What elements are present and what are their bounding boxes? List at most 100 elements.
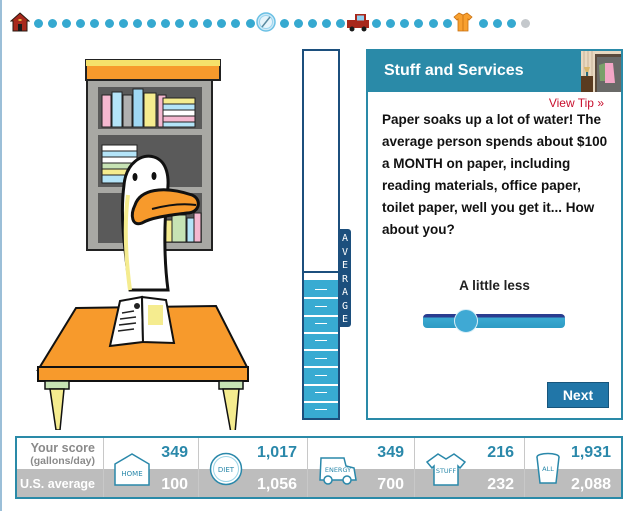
progress-dot-done bbox=[62, 19, 72, 28]
progress-dot-done bbox=[175, 19, 184, 28]
plate-fork-icon[interactable] bbox=[255, 12, 276, 37]
meter-mark bbox=[315, 340, 327, 341]
us-average-label: U.S. average bbox=[19, 477, 95, 491]
your-score-diet: 1,017 bbox=[256, 444, 297, 461]
meter-tick bbox=[304, 349, 338, 351]
progress-dot-done bbox=[132, 19, 142, 28]
shirt-outline-icon: STUFF bbox=[425, 452, 467, 486]
average-letter: G bbox=[341, 300, 349, 312]
average-letter: R bbox=[341, 273, 349, 285]
progress-dot-done bbox=[160, 19, 170, 28]
progress-dot-done bbox=[104, 19, 114, 28]
svg-text:DIET: DIET bbox=[218, 466, 235, 474]
house-outline-icon: HOME bbox=[114, 452, 150, 486]
progress-dot-done bbox=[118, 19, 128, 28]
score-table: Your score (gallons/day) U.S. average HO… bbox=[15, 436, 623, 499]
panel-header: Stuff and Services bbox=[368, 51, 621, 92]
row-labels: Your score (gallons/day) U.S. average bbox=[17, 438, 104, 497]
average-letter: E bbox=[341, 314, 349, 325]
svg-text:ALL: ALL bbox=[542, 465, 554, 473]
score-col-home: HOME 349 100 bbox=[104, 438, 199, 497]
average-marker-line bbox=[304, 271, 341, 273]
meter-mark bbox=[315, 375, 327, 376]
meter-mark bbox=[315, 289, 327, 290]
score-col-stuff: STUFF 216 232 bbox=[415, 438, 525, 497]
progress-dot-done bbox=[34, 19, 43, 28]
slider-knob[interactable] bbox=[453, 309, 478, 333]
us-average-energy: 700 bbox=[377, 476, 404, 493]
progress-dot-done bbox=[245, 19, 255, 28]
car-icon[interactable] bbox=[346, 12, 370, 37]
next-button[interactable]: Next bbox=[547, 382, 609, 408]
progress-dot-done bbox=[217, 19, 227, 28]
score-col-energy: ENERGY 349 700 bbox=[308, 438, 415, 497]
progress-dot-done bbox=[428, 19, 438, 28]
average-tag: AVERAGE bbox=[339, 229, 351, 327]
meter-tick bbox=[304, 332, 338, 334]
progress-dot-done bbox=[492, 19, 502, 28]
meter-mark bbox=[315, 323, 327, 324]
meter-tick bbox=[304, 384, 338, 386]
svg-text:ENERGY: ENERGY bbox=[325, 466, 351, 474]
progress-dot-done bbox=[400, 19, 410, 28]
meter-tick bbox=[304, 315, 338, 317]
average-letter: E bbox=[341, 260, 349, 271]
progress-dot-done bbox=[386, 19, 396, 28]
closet-icon bbox=[581, 51, 621, 92]
panel-title: Stuff and Services bbox=[384, 62, 524, 79]
us-average-all: 2,088 bbox=[570, 476, 611, 493]
your-score-energy: 349 bbox=[377, 444, 404, 461]
meter-tick bbox=[304, 297, 338, 299]
average-letter: A bbox=[341, 233, 349, 244]
progress-dot-done bbox=[414, 19, 424, 28]
us-average-diet: 1,056 bbox=[256, 476, 297, 493]
view-tip-link[interactable]: View Tip » bbox=[549, 96, 604, 110]
progress-dot-done bbox=[307, 19, 317, 28]
average-letter: A bbox=[341, 287, 349, 298]
tip-text: Paper soaks up a lot of water! The avera… bbox=[382, 112, 608, 237]
cup-outline-icon: ALL bbox=[535, 452, 561, 486]
progress-dot-done bbox=[478, 19, 488, 28]
slider-value-label: A little less bbox=[459, 278, 530, 293]
score-col-diet: DIET 1,017 1,056 bbox=[199, 438, 308, 497]
progress-dot-done bbox=[231, 19, 241, 28]
score-col-all: ALL 1,931 2,088 bbox=[525, 438, 621, 497]
meter-tick bbox=[304, 366, 338, 368]
us-average-stuff: 232 bbox=[487, 476, 514, 493]
progress-dot-done bbox=[48, 19, 58, 28]
progress-track bbox=[9, 12, 624, 37]
progress-dot-done bbox=[203, 19, 213, 28]
usage-slider[interactable] bbox=[423, 309, 565, 333]
meter-mark bbox=[315, 392, 327, 393]
units-label: (gallons/day) bbox=[30, 455, 95, 467]
house-icon[interactable] bbox=[9, 12, 31, 37]
illustration bbox=[36, 59, 249, 430]
progress-dot-done bbox=[321, 19, 331, 28]
shirt-icon[interactable] bbox=[453, 12, 473, 37]
car-outline-icon: ENERGY bbox=[318, 452, 358, 486]
progress-dot-done bbox=[76, 19, 86, 28]
your-score-label: Your score bbox=[30, 441, 95, 455]
progress-dot-done bbox=[146, 19, 156, 28]
meter-mark bbox=[315, 409, 327, 410]
progress-dot-done bbox=[336, 19, 345, 28]
progress-dot-done bbox=[372, 19, 382, 28]
us-average-home: 100 bbox=[161, 476, 188, 493]
progress-dot-done bbox=[293, 19, 303, 28]
meter-mark bbox=[315, 306, 327, 307]
progress-dot-done bbox=[90, 19, 100, 28]
meter-mark bbox=[315, 358, 327, 359]
your-score-stuff: 216 bbox=[487, 444, 514, 461]
progress-dot-done bbox=[189, 19, 199, 28]
svg-text:STUFF: STUFF bbox=[436, 467, 457, 475]
svg-text:HOME: HOME bbox=[121, 470, 142, 478]
your-score-home: 349 bbox=[161, 444, 188, 461]
water-fill bbox=[304, 280, 338, 418]
open-book bbox=[108, 295, 176, 348]
your-score-all: 1,931 bbox=[570, 444, 611, 461]
meter-tick bbox=[304, 401, 338, 403]
question-panel: Stuff and Services View Tip » Paper soak… bbox=[366, 49, 623, 420]
progress-dot-done bbox=[506, 19, 516, 28]
progress-dot-done bbox=[279, 19, 289, 28]
average-letter: V bbox=[341, 246, 349, 258]
